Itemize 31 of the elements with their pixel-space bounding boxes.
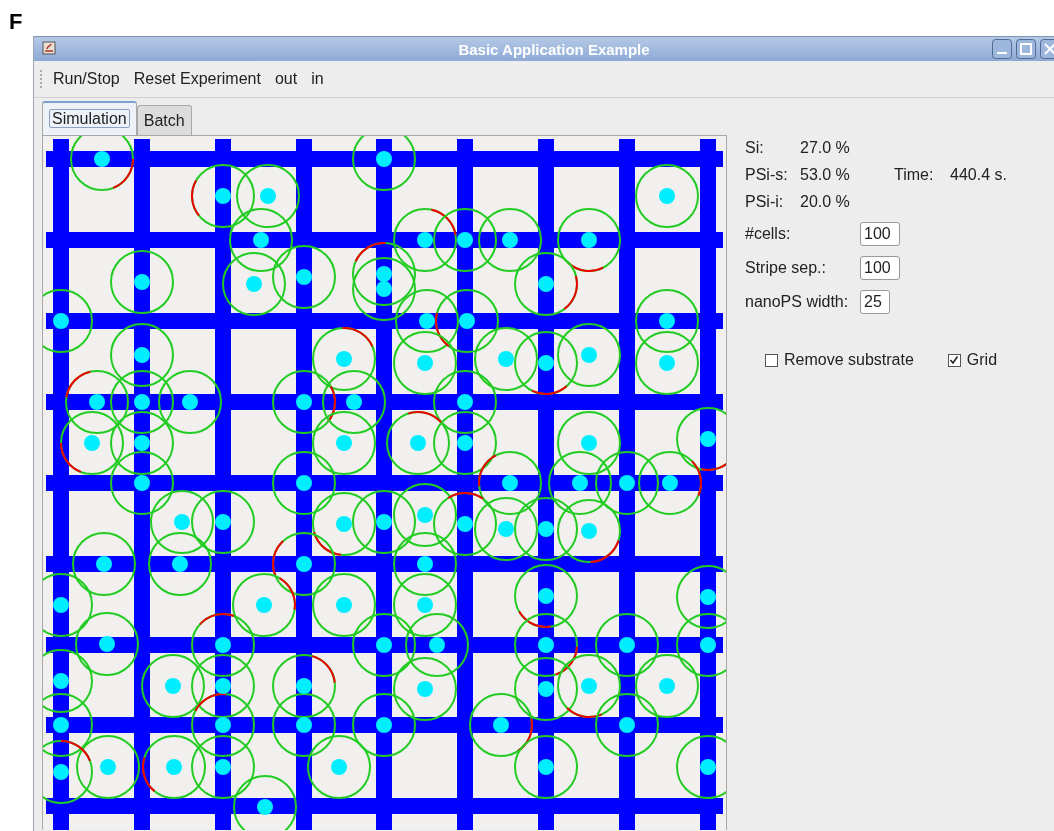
input-field[interactable]: 100 (860, 256, 900, 280)
menu-item[interactable]: out (274, 70, 298, 88)
close-icon[interactable] (1040, 39, 1054, 59)
reading-value: 20.0 % (800, 192, 851, 211)
time-label: Time: (894, 165, 935, 184)
tab[interactable]: Batch (136, 105, 192, 135)
field-label: Stripe sep.: (745, 259, 827, 277)
time-value: 440.4 s. (950, 165, 1007, 184)
app-icon (42, 41, 56, 55)
reading-label: PSi-i: (745, 192, 785, 211)
reading-value: 53.0 % (800, 165, 851, 184)
reading-label: Si: (745, 138, 765, 157)
field-label: #cells: (745, 225, 792, 243)
field-label: nanoPS width: (745, 293, 850, 311)
minimize-icon[interactable] (992, 39, 1012, 59)
menu-item[interactable]: Reset Experiment (133, 70, 261, 88)
tab[interactable]: Simulation (42, 101, 137, 135)
input-field[interactable]: 25 (860, 290, 890, 314)
checkbox-label[interactable]: Remove substrate (784, 351, 914, 369)
reading-label: PSi-s: (745, 165, 789, 184)
checkbox[interactable] (947, 353, 961, 367)
checkbox[interactable] (765, 353, 778, 367)
maximize-icon[interactable] (1016, 39, 1036, 59)
menu-item[interactable]: Run/Stop (53, 70, 120, 88)
reading-value: 27.0 % (800, 138, 851, 157)
panel-label: F (9, 10, 23, 34)
checkbox-label[interactable]: Grid (966, 351, 998, 369)
grip-icon (40, 70, 43, 88)
menu-item[interactable]: in (311, 70, 324, 88)
window-title: Basic Application Example (458, 40, 650, 58)
input-field[interactable]: 100 (860, 222, 900, 246)
